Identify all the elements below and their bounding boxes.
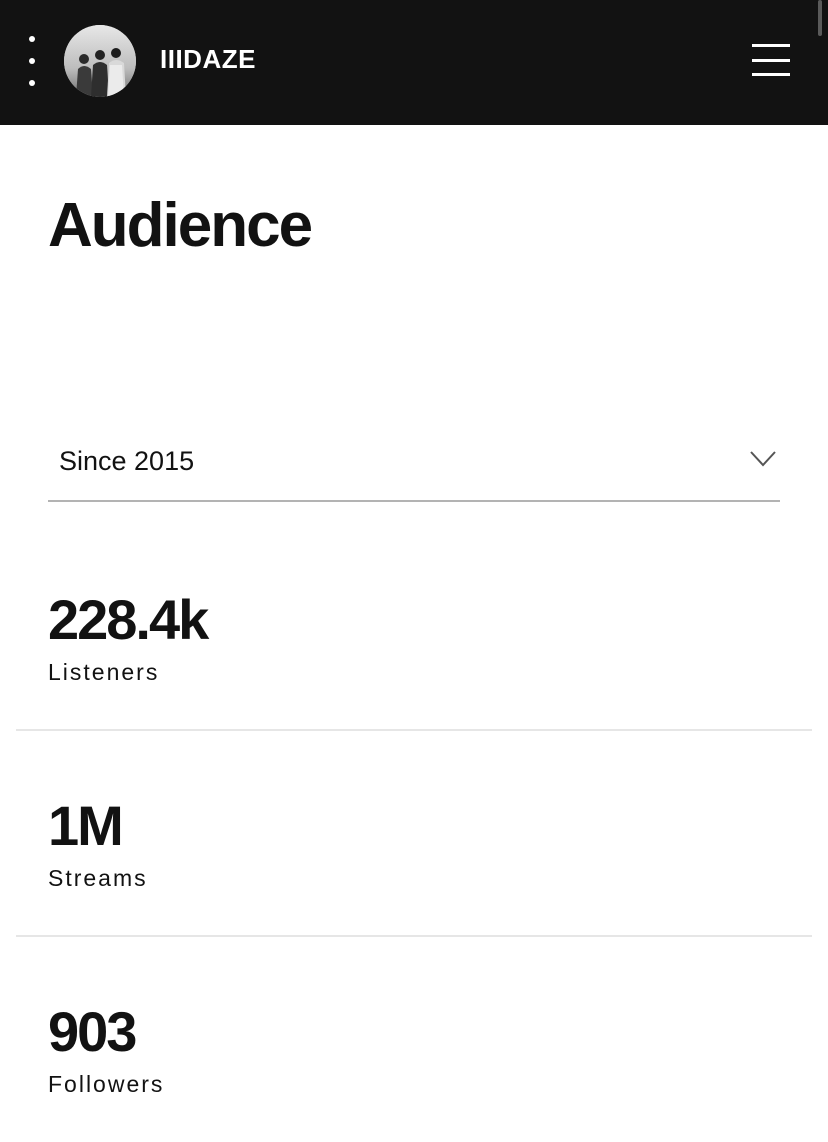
dot <box>29 80 35 86</box>
more-options-icon[interactable] <box>18 36 46 86</box>
time-range-value: Since 2015 <box>59 446 195 476</box>
page-title: Audience <box>48 191 313 260</box>
stat-label: Listeners <box>48 659 160 685</box>
stat-label: Followers <box>48 1071 165 1097</box>
stat-streams: 1M Streams <box>16 731 812 936</box>
avatar-photo <box>64 25 136 97</box>
menu-line <box>752 44 790 47</box>
menu-line <box>752 58 790 62</box>
dot <box>29 36 35 42</box>
menu-line <box>752 73 790 76</box>
top-bar: IIIDAZE <box>0 0 828 125</box>
chevron-down-icon <box>750 451 776 467</box>
artist-name[interactable]: IIIDAZE <box>160 44 256 75</box>
stat-listeners: 228.4k Listeners <box>16 525 812 730</box>
stat-followers: 903 Followers <box>16 937 812 1142</box>
scrollbar[interactable] <box>818 0 822 36</box>
dot <box>29 58 35 64</box>
stat-value: 1M <box>48 794 124 857</box>
hamburger-menu-icon[interactable] <box>752 44 790 76</box>
stat-value: 228.4k <box>48 588 209 651</box>
stat-value: 903 <box>48 1000 137 1063</box>
time-range-select[interactable]: Since 2015 <box>48 430 780 502</box>
artist-avatar[interactable] <box>64 25 136 97</box>
stat-label: Streams <box>48 865 148 891</box>
